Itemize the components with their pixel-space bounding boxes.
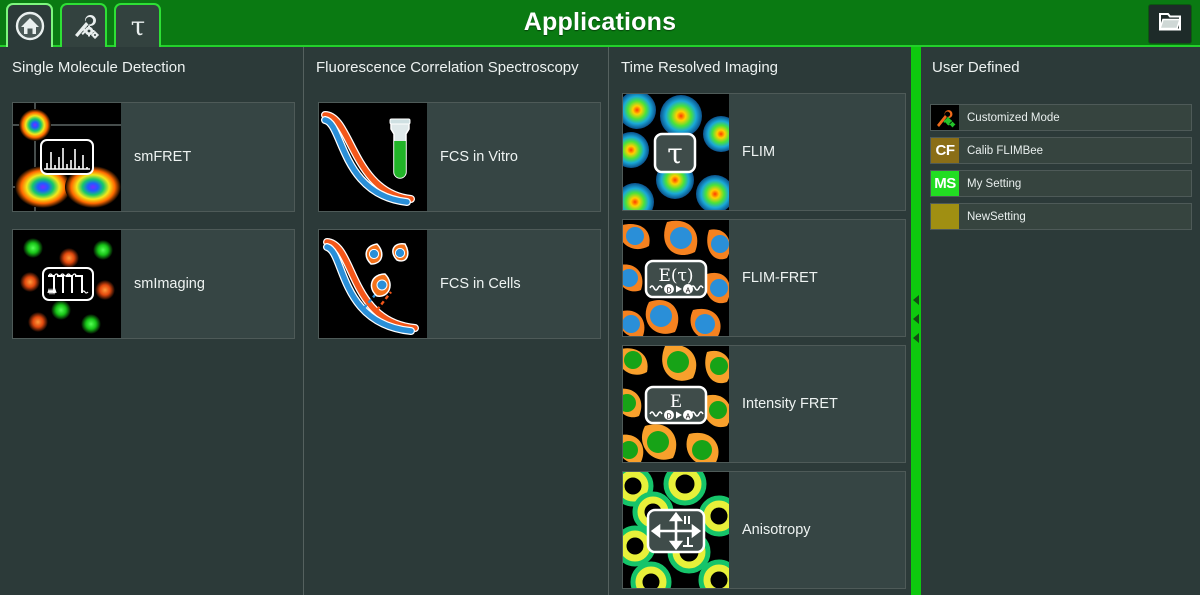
fcs-curve-cells-icon: [319, 230, 427, 338]
tile-label: FLIM: [742, 144, 776, 160]
tile-label: FLIM-FRET: [742, 270, 818, 286]
wrench-gear-icon: [931, 105, 959, 130]
fcs-curve-tube-icon: [319, 103, 427, 211]
svg-text:D: D: [666, 288, 671, 295]
list-item-label: Calib FLIMBee: [967, 144, 1044, 157]
tile-anisotropy[interactable]: Anisotropy: [622, 471, 906, 589]
list-item-label: NewSetting: [967, 210, 1026, 223]
anisotropy-arrows-icon: [623, 472, 729, 588]
svg-text:E: E: [670, 391, 682, 412]
fret-heatmap-icon: [13, 103, 121, 211]
column-heading: Time Resolved Imaging: [621, 59, 779, 76]
tile-smimaging[interactable]: smImaging: [12, 229, 295, 339]
swatch-cf: CF: [931, 138, 959, 163]
column-heading: User Defined: [932, 59, 1020, 76]
applications-window: τ Applications Single Molecule Detection: [0, 0, 1200, 595]
svg-text:τ: τ: [667, 137, 683, 170]
list-item-label: Customized Mode: [967, 111, 1060, 124]
tile-flim[interactable]: τ FLIM: [622, 93, 906, 211]
intensity-fret-icon: E D A: [623, 346, 729, 462]
swatch-ms: MS: [931, 171, 959, 196]
page-title: Applications: [523, 8, 677, 36]
list-item[interactable]: NewSetting: [930, 203, 1192, 230]
column-heading: Fluorescence Correlation Spectroscopy: [316, 59, 579, 76]
open-folder-button[interactable]: [1148, 4, 1192, 44]
tile-fcs-in-vitro[interactable]: FCS in Vitro: [318, 102, 601, 212]
tile-intensity-fret[interactable]: E D A Intensity FRET: [622, 345, 906, 463]
list-item[interactable]: CF Calib FLIMBee: [930, 137, 1192, 164]
column-single-molecule-detection: Single Molecule Detection smFRET smImagi…: [0, 47, 303, 595]
user-defined-list: Customized Mode CF Calib FLIMBee MS My S…: [930, 104, 1192, 236]
tile-smfret[interactable]: smFRET: [12, 102, 295, 212]
chevron-left-icon: [913, 333, 919, 343]
svg-text:E(τ): E(τ): [658, 266, 693, 286]
flim-tau-icon: τ: [623, 94, 729, 210]
collapse-arrows[interactable]: [911, 295, 921, 343]
svg-text:D: D: [666, 414, 671, 421]
column-time-resolved-imaging: Time Resolved Imaging τ FLIM E(τ) D A FL…: [608, 47, 910, 595]
tile-label: Anisotropy: [742, 522, 811, 538]
chevron-left-icon: [913, 314, 919, 324]
column-heading: Single Molecule Detection: [12, 59, 186, 76]
list-item-label: My Setting: [967, 177, 1022, 190]
svg-text:A: A: [686, 288, 691, 295]
flim-fret-icon: E(τ) D A: [623, 220, 729, 336]
tile-label: FCS in Vitro: [440, 149, 518, 165]
tile-flim-fret[interactable]: E(τ) D A FLIM-FRET: [622, 219, 906, 337]
tile-label: smImaging: [134, 276, 205, 292]
title-bar: τ Applications: [0, 0, 1200, 47]
svg-text:A: A: [686, 414, 691, 421]
list-item[interactable]: MS My Setting: [930, 170, 1192, 197]
sm-dots-trace-icon: [13, 230, 121, 338]
swatch-newsetting: [931, 204, 959, 229]
chevron-left-icon: [913, 295, 919, 305]
tile-label: FCS in Cells: [440, 276, 521, 292]
tile-label: smFRET: [134, 149, 192, 165]
tile-fcs-in-cells[interactable]: FCS in Cells: [318, 229, 601, 339]
open-folder-icon: [1157, 10, 1183, 39]
column-fluorescence-correlation-spectroscopy: Fluorescence Correlation Spectroscopy FC…: [303, 47, 608, 595]
list-item[interactable]: Customized Mode: [930, 104, 1192, 131]
panel-splitter[interactable]: [911, 47, 921, 595]
tile-label: Intensity FRET: [742, 396, 838, 412]
